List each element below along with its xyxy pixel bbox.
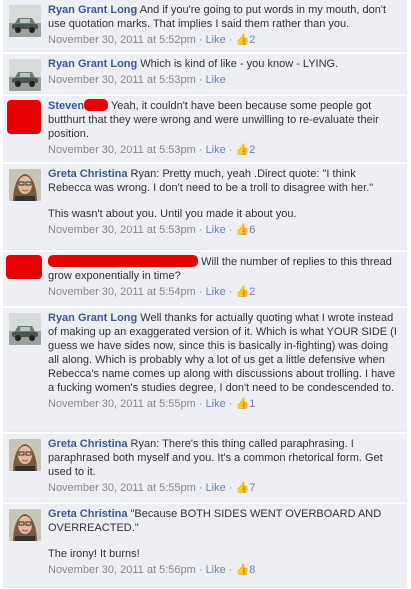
comment-author[interactable]: Greta Christina [48, 438, 127, 450]
comment-timestamp[interactable]: November 30, 2011 at 5:55pm [48, 482, 196, 494]
like-count[interactable]: 2 [249, 34, 255, 46]
like-link[interactable]: Like [206, 398, 226, 410]
comment-text: Well thanks for actually quoting what I … [48, 312, 397, 394]
comment-text: The irony! It burns! [48, 548, 140, 560]
comment-author[interactable]: Ryan Grant Long [48, 4, 137, 16]
like-count[interactable]: 8 [249, 564, 255, 576]
person-avatar[interactable] [9, 509, 41, 541]
comment: Ryan Grant Long Well thanks for actually… [3, 308, 407, 432]
like-link[interactable]: Like [206, 144, 226, 156]
comment-timestamp[interactable]: November 30, 2011 at 5:55pm [48, 398, 196, 410]
comment-timestamp[interactable]: November 30, 2011 at 5:53pm [48, 144, 196, 156]
comment-author[interactable]: Greta Christina [48, 508, 127, 520]
like-link[interactable]: Like [206, 564, 226, 576]
comment-meta: November 30, 2011 at 5:52pm · Like · 👍2 [48, 34, 256, 46]
comment-author[interactable]: Ryan Grant Long [48, 312, 137, 324]
like-link[interactable]: Like [206, 224, 226, 236]
redacted-avatar [6, 255, 42, 279]
comment: Will the number of replies to this threa… [3, 252, 407, 306]
comment-author[interactable]: Ryan Grant Long [48, 58, 137, 70]
thumbs-up-icon: 👍 [235, 224, 250, 236]
person-avatar[interactable] [9, 439, 41, 471]
like-count[interactable]: 2 [249, 144, 255, 156]
comment-meta: November 30, 2011 at 5:56pm · Like · 👍8 [48, 564, 256, 576]
like-count[interactable]: 7 [249, 482, 255, 494]
comment: Steven Yeah, it couldn't have been becau… [3, 96, 407, 162]
comment-author[interactable]: Greta Christina [48, 168, 127, 180]
comment-meta: November 30, 2011 at 5:54pm · Like · 👍2 [48, 286, 256, 298]
comment-meta: November 30, 2011 at 5:55pm · Like · 👍7 [48, 482, 256, 494]
thumbs-up-icon: 👍 [235, 34, 250, 46]
thumbs-up-icon: 👍 [235, 144, 250, 156]
comment-meta: November 30, 2011 at 5:53pm · Like · 👍6 [48, 224, 256, 236]
like-link[interactable]: Like [206, 74, 226, 86]
comment-meta: November 30, 2011 at 5:53pm · Like [48, 74, 226, 86]
like-count[interactable]: 2 [249, 286, 255, 298]
comment: Greta Christina "Because BOTH SIDES WENT… [3, 504, 407, 588]
like-link[interactable]: Like [206, 482, 226, 494]
comment-text: This wasn't about you. Until you made it… [48, 208, 297, 220]
redaction-mark [84, 99, 109, 111]
comment-text: Which is kind of like - you know - LYING… [140, 58, 339, 70]
comment-timestamp[interactable]: November 30, 2011 at 5:56pm [48, 564, 196, 576]
redaction-mark [48, 255, 198, 267]
thumbs-up-icon: 👍 [235, 286, 250, 298]
car-avatar[interactable] [9, 5, 41, 37]
redacted-avatar [7, 100, 41, 134]
like-link[interactable]: Like [206, 286, 226, 298]
thumbs-up-icon: 👍 [235, 398, 250, 410]
like-count[interactable]: 6 [249, 224, 255, 236]
comment: Ryan Grant Long And if you're going to p… [3, 0, 407, 52]
like-count[interactable]: 1 [249, 398, 255, 410]
comment: Ryan Grant Long Which is kind of like - … [3, 54, 407, 94]
comment-timestamp[interactable]: November 30, 2011 at 5:54pm [48, 286, 196, 298]
thumbs-up-icon: 👍 [235, 564, 250, 576]
car-avatar[interactable] [9, 313, 41, 345]
comment-thread: Ryan Grant Long And if you're going to p… [0, 0, 411, 589]
comment-meta: November 30, 2011 at 5:53pm · Like · 👍2 [48, 144, 256, 156]
comment: Greta Christina Ryan: There's this thing… [3, 434, 407, 502]
thumbs-up-icon: 👍 [235, 482, 250, 494]
comment: Greta Christina Ryan: Pretty much, yeah … [3, 164, 407, 250]
comment-author[interactable]: Steven [48, 100, 84, 112]
comment-timestamp[interactable]: November 30, 2011 at 5:52pm [48, 34, 196, 46]
car-avatar[interactable] [9, 59, 41, 91]
person-avatar[interactable] [9, 169, 41, 201]
like-link[interactable]: Like [206, 34, 226, 46]
comment-meta: November 30, 2011 at 5:55pm · Like · 👍1 [48, 398, 256, 410]
comment-timestamp[interactable]: November 30, 2011 at 5:53pm [48, 224, 196, 236]
comment-timestamp[interactable]: November 30, 2011 at 5:53pm [48, 74, 196, 86]
